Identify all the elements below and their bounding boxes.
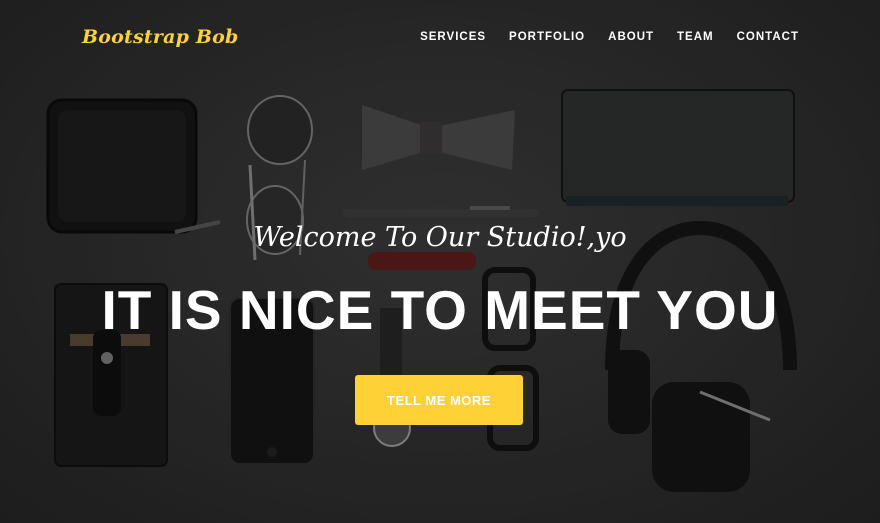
main-nav: SERVICES PORTFOLIO ABOUT TEAM CONTACT bbox=[420, 31, 799, 43]
nav-item-services[interactable]: SERVICES bbox=[420, 31, 486, 43]
hero-overlay bbox=[0, 0, 880, 523]
nav-item-portfolio[interactable]: PORTFOLIO bbox=[509, 31, 585, 43]
hero-lead-text: Welcome To Our Studio!,yo bbox=[253, 222, 627, 253]
nav-item-contact[interactable]: CONTACT bbox=[737, 31, 799, 43]
hero-section bbox=[0, 0, 880, 523]
brand-logo[interactable]: Bootstrap Bob bbox=[82, 26, 239, 48]
nav-item-team[interactable]: TEAM bbox=[677, 31, 714, 43]
tell-me-more-button[interactable]: TELL ME MORE bbox=[355, 375, 523, 425]
nav-item-about[interactable]: ABOUT bbox=[608, 31, 654, 43]
hero-heading: IT IS NICE TO MEET YOU bbox=[101, 279, 779, 341]
